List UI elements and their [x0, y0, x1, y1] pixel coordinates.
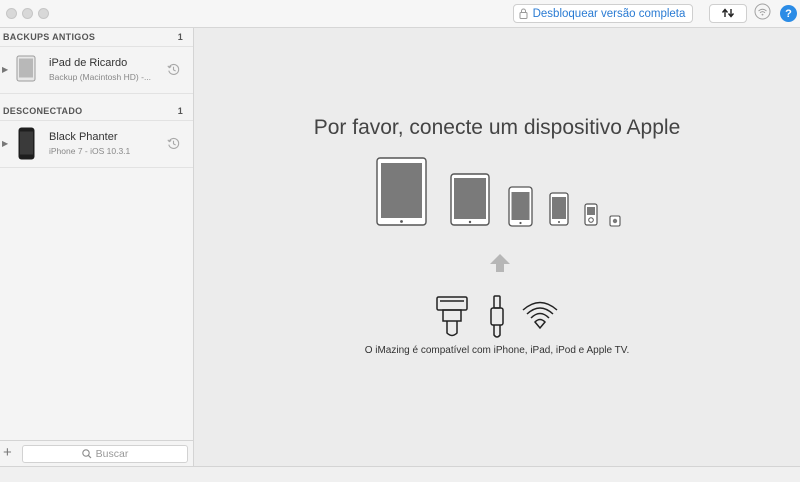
unlock-full-version-button[interactable]: Desbloquear versão completa: [513, 4, 693, 23]
ipad-large-icon: [376, 157, 427, 226]
ipod-shuffle-icon: [609, 215, 621, 227]
device-subtitle: iPhone 7 - iOS 10.3.1: [49, 146, 131, 156]
section-count: 1: [177, 106, 183, 116]
device-row-iphone[interactable]: ▶ Black Phanter iPhone 7 - iOS 10.3.1: [0, 121, 193, 168]
connect-device-heading: Por favor, conecte um dispositivo Apple: [313, 116, 681, 139]
search-icon: [81, 449, 92, 459]
wifi-sync-button[interactable]: [753, 3, 771, 25]
device-name: Black Phanter: [49, 131, 118, 143]
minimize-window-button[interactable]: [22, 8, 33, 19]
sidebar: BACKUPS ANTIGOS 1 ▶ iPad de Ricardo Back…: [0, 28, 194, 466]
section-count: 1: [177, 32, 183, 42]
30-pin-connector-icon: [436, 296, 468, 337]
backup-history-icon[interactable]: [167, 63, 180, 81]
title-bar: Desbloquear versão completa ?: [0, 0, 800, 28]
ipod-nano-icon: [584, 203, 598, 226]
unlock-label: Desbloquear versão completa: [532, 7, 686, 20]
iphone-thumbnail-icon: [18, 127, 35, 165]
main-panel: Por favor, conecte um dispositivo Apple: [194, 28, 800, 466]
search-input[interactable]: Buscar: [22, 445, 188, 463]
section-header-disconnected: DESCONECTADO 1: [0, 102, 193, 121]
device-subtitle: Backup (Macintosh HD) -...: [49, 72, 152, 82]
wireless-airplay-icon: [522, 301, 558, 330]
up-arrow-icon: [490, 254, 510, 272]
iphone-plus-icon: [508, 186, 533, 227]
ipad-mini-icon: [450, 173, 490, 226]
add-button[interactable]: +: [3, 444, 12, 462]
compatibility-text: O iMazing é compatível com iPhone, iPad,…: [364, 345, 630, 356]
section-header-old-backups: BACKUPS ANTIGOS 1: [0, 28, 193, 47]
backup-history-icon[interactable]: [167, 137, 180, 155]
section-title: BACKUPS ANTIGOS: [3, 32, 96, 42]
section-title: DESCONECTADO: [3, 106, 83, 116]
search-placeholder: Buscar: [95, 448, 129, 460]
disclosure-arrow-icon[interactable]: ▶: [2, 65, 8, 74]
transfer-button[interactable]: [709, 4, 747, 23]
bottom-status-bar: [0, 466, 800, 482]
iphone-icon: [549, 192, 569, 226]
ipad-thumbnail-icon: [16, 55, 36, 87]
transfer-arrows-icon: [721, 5, 735, 23]
wifi-sync-icon: [754, 3, 771, 25]
disclosure-arrow-icon[interactable]: ▶: [2, 139, 8, 148]
sidebar-footer: + Buscar: [0, 440, 193, 466]
apple-devices-illustration: [376, 157, 621, 227]
help-button[interactable]: ?: [780, 5, 797, 22]
device-row-ipad[interactable]: ▶ iPad de Ricardo Backup (Macintosh HD) …: [0, 47, 193, 94]
lightning-connector-icon: [490, 295, 504, 338]
lock-icon: [514, 8, 532, 19]
device-name: iPad de Ricardo: [49, 57, 128, 69]
close-window-button[interactable]: [6, 8, 17, 19]
cables-illustration: [436, 295, 558, 338]
zoom-window-button[interactable]: [38, 8, 49, 19]
